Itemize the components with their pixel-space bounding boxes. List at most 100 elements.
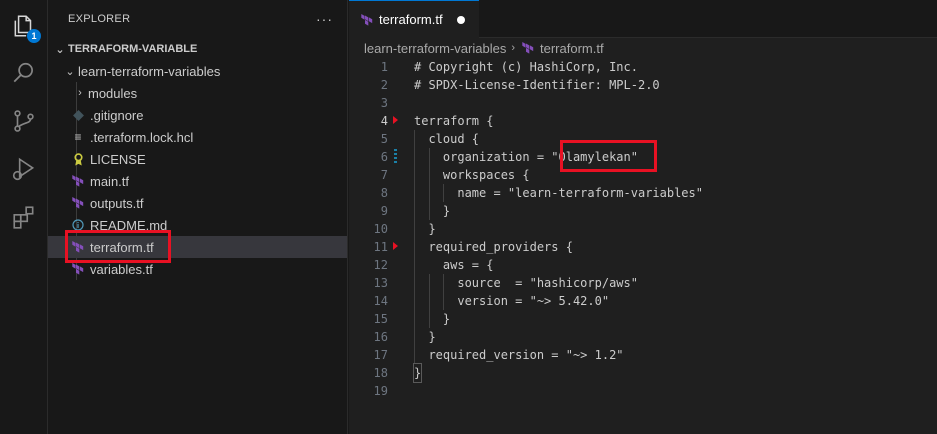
code-text: } bbox=[414, 312, 451, 326]
code-text: workspaces { bbox=[414, 168, 530, 182]
code-line[interactable]: 4 terraform { bbox=[349, 112, 937, 130]
tree-item-license[interactable]: LICENSE bbox=[48, 148, 347, 170]
workspace-section-label: TERRAFORM-VARIABLE bbox=[68, 43, 198, 55]
explorer-header: EXPLORER ··· bbox=[48, 0, 347, 38]
line-number: 5 bbox=[380, 132, 388, 146]
breadcrumb: learn-terraform-variables › terraform.tf bbox=[349, 38, 937, 58]
tab-terraform-tf[interactable]: terraform.tf bbox=[349, 0, 479, 38]
run-debug-icon[interactable] bbox=[10, 155, 38, 183]
modified-line-indicator bbox=[394, 149, 397, 165]
breadcrumb-folder[interactable]: learn-terraform-variables bbox=[364, 41, 506, 56]
workspace-section[interactable]: ⌄ TERRAFORM-VARIABLE bbox=[48, 38, 347, 60]
explorer-sidebar: EXPLORER ··· ⌄ TERRAFORM-VARIABLE ⌄ lear… bbox=[48, 0, 348, 434]
line-number: 11 bbox=[373, 240, 388, 254]
unsaved-dot-icon[interactable] bbox=[456, 15, 465, 24]
code-line[interactable]: 14 version = "~> 5.42.0" bbox=[349, 292, 937, 310]
chevron-right-icon: › bbox=[78, 87, 82, 99]
code-line[interactable]: 15 } bbox=[349, 310, 937, 328]
code-text: aws = { bbox=[414, 258, 494, 272]
activity-bar: 1 bbox=[0, 0, 48, 434]
code-text: } bbox=[414, 222, 436, 236]
code-text: name = "learn-terraform-variables" bbox=[414, 186, 703, 200]
tree-item-label: variables.tf bbox=[90, 261, 153, 277]
code-text: # Copyright (c) HashiCorp, Inc. bbox=[414, 60, 638, 74]
tree-item-label: .terraform.lock.hcl bbox=[90, 129, 194, 145]
line-number: 6 bbox=[380, 150, 388, 164]
terraform-icon bbox=[520, 40, 536, 56]
code-line[interactable]: 9 } bbox=[349, 202, 937, 220]
code-line[interactable]: 7 workspaces { bbox=[349, 166, 937, 184]
line-number: 15 bbox=[373, 312, 388, 326]
terraform-icon bbox=[70, 239, 86, 255]
code-line[interactable]: 17 required_version = "~> 1.2" bbox=[349, 346, 937, 364]
tab-label: terraform.tf bbox=[379, 12, 443, 27]
line-number: 3 bbox=[380, 96, 388, 110]
code-text: organization = "Olamylekan" bbox=[414, 150, 638, 164]
tree-item-modules[interactable]: › modules bbox=[48, 82, 347, 104]
explorer-title: EXPLORER bbox=[68, 13, 131, 25]
line-number: 7 bbox=[380, 168, 388, 182]
tab-bar: terraform.tf bbox=[349, 0, 937, 38]
terraform-icon bbox=[359, 12, 375, 28]
code-line[interactable]: 6 organization = "Olamylekan" bbox=[349, 148, 937, 166]
code-text: } bbox=[414, 204, 451, 218]
tree-item-label: terraform.tf bbox=[90, 239, 154, 255]
fold-marker-icon[interactable] bbox=[393, 242, 398, 250]
tree-item-label: main.tf bbox=[90, 173, 130, 189]
code-line[interactable]: 3 bbox=[349, 94, 937, 112]
editor: terraform.tf learn-terraform-variables ›… bbox=[349, 0, 937, 434]
chevron-down-icon: ⌄ bbox=[55, 43, 65, 56]
line-number: 10 bbox=[373, 222, 388, 236]
code-line[interactable]: 5 cloud { bbox=[349, 130, 937, 148]
code-line[interactable]: 11 required_providers { bbox=[349, 238, 937, 256]
lines-file-icon: ≡ bbox=[74, 130, 82, 144]
extensions-icon[interactable] bbox=[10, 203, 38, 231]
tree-item-variables-tf[interactable]: variables.tf bbox=[48, 258, 347, 280]
code-line[interactable]: 18} bbox=[349, 363, 937, 383]
code-line[interactable]: 13 source = "hashicorp/aws" bbox=[349, 274, 937, 292]
explorer-badge: 1 bbox=[27, 29, 41, 43]
line-number: 4 bbox=[380, 114, 388, 128]
license-icon bbox=[70, 151, 86, 167]
line-number: 13 bbox=[373, 276, 388, 290]
code-text: terraform { bbox=[414, 114, 494, 128]
folder-learn-terraform-variables[interactable]: ⌄ learn-terraform-variables bbox=[48, 60, 347, 82]
tree-item-label: outputs.tf bbox=[90, 195, 144, 211]
tree-item-readme[interactable]: README.md bbox=[48, 214, 347, 236]
fold-marker-icon[interactable] bbox=[393, 116, 398, 124]
code-line[interactable]: 10 } bbox=[349, 220, 937, 238]
code-line[interactable]: 19 bbox=[349, 382, 937, 400]
tree-item-outputs-tf[interactable]: outputs.tf bbox=[48, 192, 347, 214]
search-icon[interactable] bbox=[10, 59, 38, 87]
code-text: source = "hashicorp/aws" bbox=[414, 276, 638, 290]
tree-item-terraform-tf[interactable]: terraform.tf bbox=[48, 236, 347, 258]
code-line[interactable]: 2 # SPDX-License-Identifier: MPL-2.0 bbox=[349, 76, 937, 94]
code-text: cloud { bbox=[414, 132, 480, 146]
chevron-right-icon: › bbox=[511, 42, 515, 54]
code-line[interactable]: 1 # Copyright (c) HashiCorp, Inc. bbox=[349, 58, 937, 76]
line-number: 16 bbox=[373, 330, 388, 344]
line-number: 17 bbox=[373, 348, 388, 362]
more-actions-icon[interactable]: ··· bbox=[316, 11, 333, 27]
code-line[interactable]: 16 } bbox=[349, 328, 937, 346]
terraform-icon bbox=[70, 261, 86, 277]
code-text: version = "~> 5.42.0" bbox=[414, 294, 610, 308]
tree-item-label: README.md bbox=[90, 217, 168, 233]
breadcrumb-file[interactable]: terraform.tf bbox=[540, 41, 604, 56]
code-text: required_version = "~> 1.2" bbox=[414, 348, 624, 362]
line-number: 8 bbox=[380, 186, 388, 200]
line-number: 2 bbox=[380, 78, 388, 92]
tree-item-gitignore[interactable]: .gitignore bbox=[48, 104, 347, 126]
code-line[interactable]: 8 name = "learn-terraform-variables" bbox=[349, 184, 937, 202]
info-icon bbox=[70, 217, 86, 233]
code-line[interactable]: 12 aws = { bbox=[349, 256, 937, 274]
source-control-icon[interactable] bbox=[10, 107, 38, 135]
tree-item-terraform-lock[interactable]: ≡ .terraform.lock.hcl bbox=[48, 126, 347, 148]
tree-item-main-tf[interactable]: main.tf bbox=[48, 170, 347, 192]
git-file-icon bbox=[70, 107, 86, 123]
line-number: 14 bbox=[373, 294, 388, 308]
code-text: } bbox=[414, 330, 436, 344]
tree-item-label: LICENSE bbox=[90, 151, 146, 167]
folder-label: learn-terraform-variables bbox=[78, 63, 221, 79]
explorer-icon[interactable]: 1 bbox=[10, 12, 41, 43]
